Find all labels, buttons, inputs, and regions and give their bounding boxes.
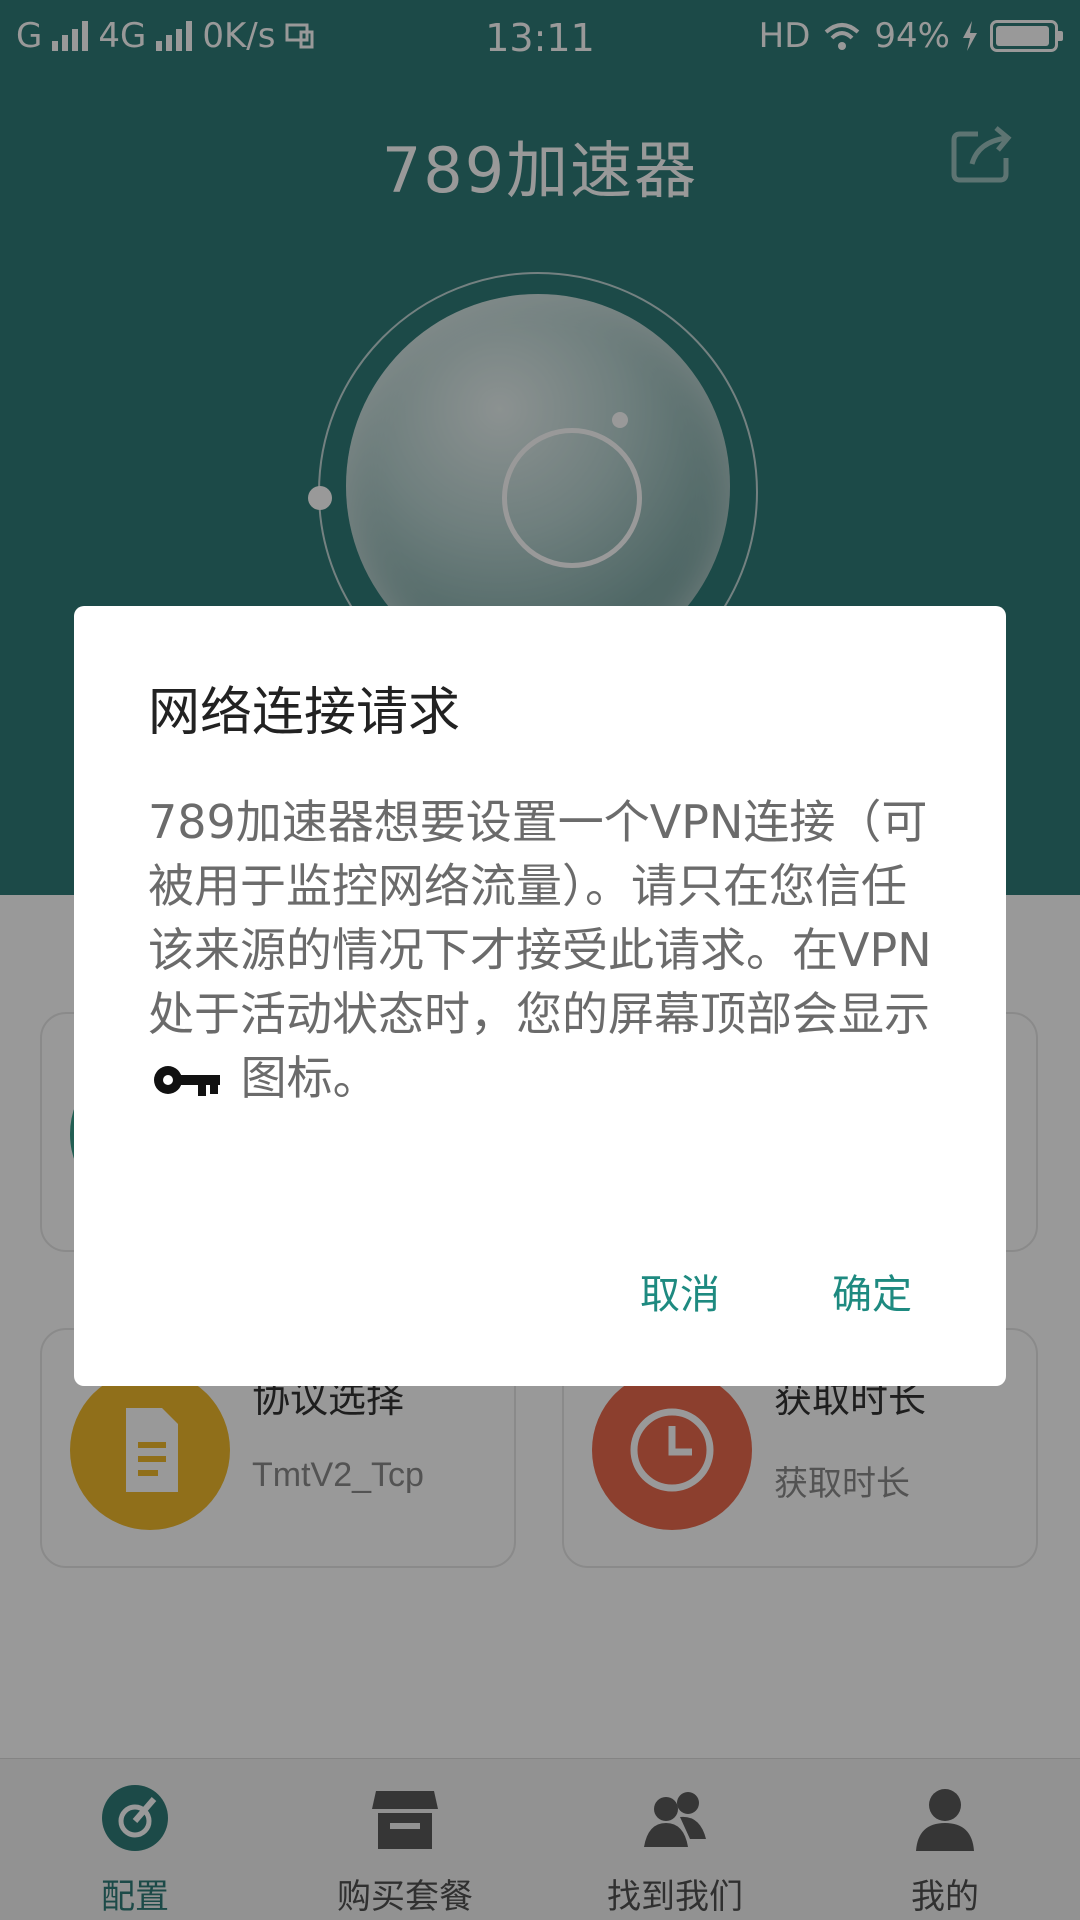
cancel-button[interactable]: 取消 xyxy=(640,1262,720,1320)
confirm-button[interactable]: 确定 xyxy=(832,1262,912,1320)
vpn-request-dialog: 网络连接请求 789加速器想要设置一个VPN连接（可被用于监控网络流量）。请只在… xyxy=(74,606,1006,1386)
dialog-title: 网络连接请求 xyxy=(148,683,461,743)
dialog-actions: 取消 确定 xyxy=(74,1262,1006,1342)
dialog-message-text: 789加速器想要设置一个VPN连接（可被用于监控网络流量）。请只在您信任该来源的… xyxy=(148,795,932,1041)
dialog-message: 789加速器想要设置一个VPN连接（可被用于监控网络流量）。请只在您信任该来源的… xyxy=(148,790,948,1110)
dialog-message-tail: 图标。 xyxy=(240,1051,379,1105)
key-icon xyxy=(154,1065,220,1096)
